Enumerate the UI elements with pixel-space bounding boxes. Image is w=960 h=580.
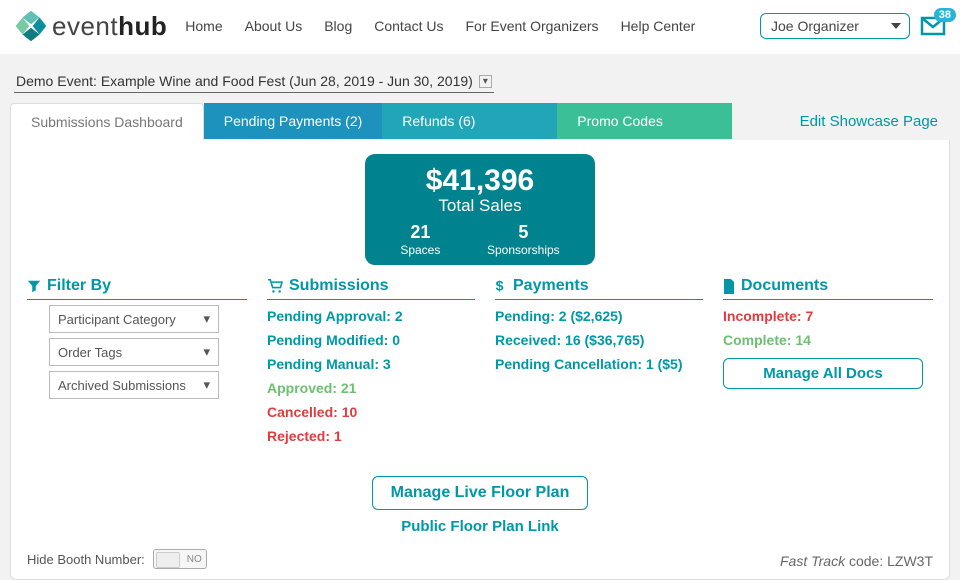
nav-help[interactable]: Help Center [621, 18, 696, 34]
pay-received[interactable]: Received: 16 ($36,765) [495, 332, 703, 348]
nav-home[interactable]: Home [185, 18, 222, 34]
total-sales-amount: $41,396 [377, 164, 583, 198]
subs-approved[interactable]: Approved: 21 [267, 380, 475, 396]
hide-booth-toggle[interactable]: NO [153, 549, 207, 569]
tab-promo-codes[interactable]: Promo Codes [557, 103, 732, 139]
floor-plan-section: Manage Live Floor Plan Public Floor Plan… [27, 476, 933, 535]
user-dropdown[interactable]: Joe Organizer [760, 13, 910, 39]
event-dropdown[interactable]: Demo Event: Example Wine and Food Fest (… [14, 70, 494, 93]
chevron-down-icon [891, 23, 901, 29]
nav-about[interactable]: About Us [245, 18, 303, 34]
docs-complete[interactable]: Complete: 14 [723, 332, 933, 348]
mail-badge: 38 [934, 8, 956, 22]
tab-refunds[interactable]: Refunds (6) [382, 103, 557, 139]
hide-booth-label: Hide Booth Number: [27, 552, 145, 567]
filter-icon [27, 279, 41, 293]
subs-cancelled[interactable]: Cancelled: 10 [267, 404, 475, 420]
dashboard-panel: $41,396 Total Sales 21 Spaces 5 Sponsors… [10, 140, 950, 580]
payments-heading: $ Payments [495, 277, 703, 300]
top-header: eventhub Home About Us Blog Contact Us F… [0, 0, 960, 56]
subs-pending-approval[interactable]: Pending Approval: 2 [267, 308, 475, 324]
brand-text: eventhub [52, 11, 167, 42]
docs-incomplete[interactable]: Incomplete: 7 [723, 308, 933, 324]
totals-card: $41,396 Total Sales 21 Spaces 5 Sponsors… [365, 154, 595, 265]
chevron-down-icon: ▾ [203, 311, 210, 327]
document-icon [723, 279, 735, 294]
subs-pending-modified[interactable]: Pending Modified: 0 [267, 332, 475, 348]
nav-menu: Home About Us Blog Contact Us For Event … [185, 18, 695, 34]
nav-blog[interactable]: Blog [324, 18, 352, 34]
chevron-down-icon: ▾ [203, 377, 210, 393]
logo-icon [14, 9, 48, 43]
submissions-column: Submissions Pending Approval: 2 Pending … [267, 277, 475, 452]
filter-heading: Filter By [27, 277, 247, 300]
svg-text:$: $ [496, 278, 504, 294]
manage-live-floor-plan-button[interactable]: Manage Live Floor Plan [372, 476, 589, 510]
dollar-icon: $ [495, 278, 507, 294]
sponsorships-stat: 5 Sponsorships [487, 222, 560, 257]
spaces-stat: 21 Spaces [400, 222, 440, 257]
pay-pending-cancellation[interactable]: Pending Cancellation: 1 ($5) [495, 356, 703, 372]
filter-participant-category[interactable]: Participant Category▾ [49, 305, 219, 333]
public-floor-plan-link[interactable]: Public Floor Plan Link [27, 518, 933, 535]
brand-logo[interactable]: eventhub [14, 9, 167, 43]
subs-rejected[interactable]: Rejected: 1 [267, 428, 475, 444]
tab-bar: Submissions Dashboard Pending Payments (… [10, 103, 950, 140]
tab-pending-payments[interactable]: Pending Payments (2) [204, 103, 383, 139]
documents-column: Documents Incomplete: 7 Complete: 14 Man… [723, 277, 933, 452]
filter-column: Filter By Participant Category▾ Order Ta… [27, 277, 247, 452]
filter-order-tags[interactable]: Order Tags▾ [49, 338, 219, 366]
subs-pending-manual[interactable]: Pending Manual: 3 [267, 356, 475, 372]
mail-button[interactable]: 38 [920, 16, 946, 36]
filter-archived-submissions[interactable]: Archived Submissions▾ [49, 371, 219, 399]
event-selector-row: Demo Event: Example Wine and Food Fest (… [0, 56, 960, 97]
total-sales-label: Total Sales [377, 196, 583, 216]
cart-icon [267, 279, 283, 293]
tab-submissions-dashboard[interactable]: Submissions Dashboard [10, 103, 204, 140]
submissions-heading: Submissions [267, 277, 475, 300]
fast-track-code: Fast Track code: LZW3T [780, 553, 933, 569]
hide-booth-row: Hide Booth Number: NO [27, 549, 207, 569]
chevron-down-icon: ▾ [479, 75, 492, 88]
pay-pending[interactable]: Pending: 2 ($2,625) [495, 308, 703, 324]
nav-contact[interactable]: Contact Us [374, 18, 443, 34]
edit-showcase-link[interactable]: Edit Showcase Page [788, 103, 950, 140]
event-dropdown-label: Demo Event: Example Wine and Food Fest (… [16, 73, 473, 89]
chevron-down-icon: ▾ [203, 344, 210, 360]
manage-all-docs-button[interactable]: Manage All Docs [723, 358, 923, 389]
user-name: Joe Organizer [771, 18, 859, 34]
documents-heading: Documents [723, 277, 933, 300]
nav-organizers[interactable]: For Event Organizers [466, 18, 599, 34]
payments-column: $ Payments Pending: 2 ($2,625) Received:… [495, 277, 703, 452]
